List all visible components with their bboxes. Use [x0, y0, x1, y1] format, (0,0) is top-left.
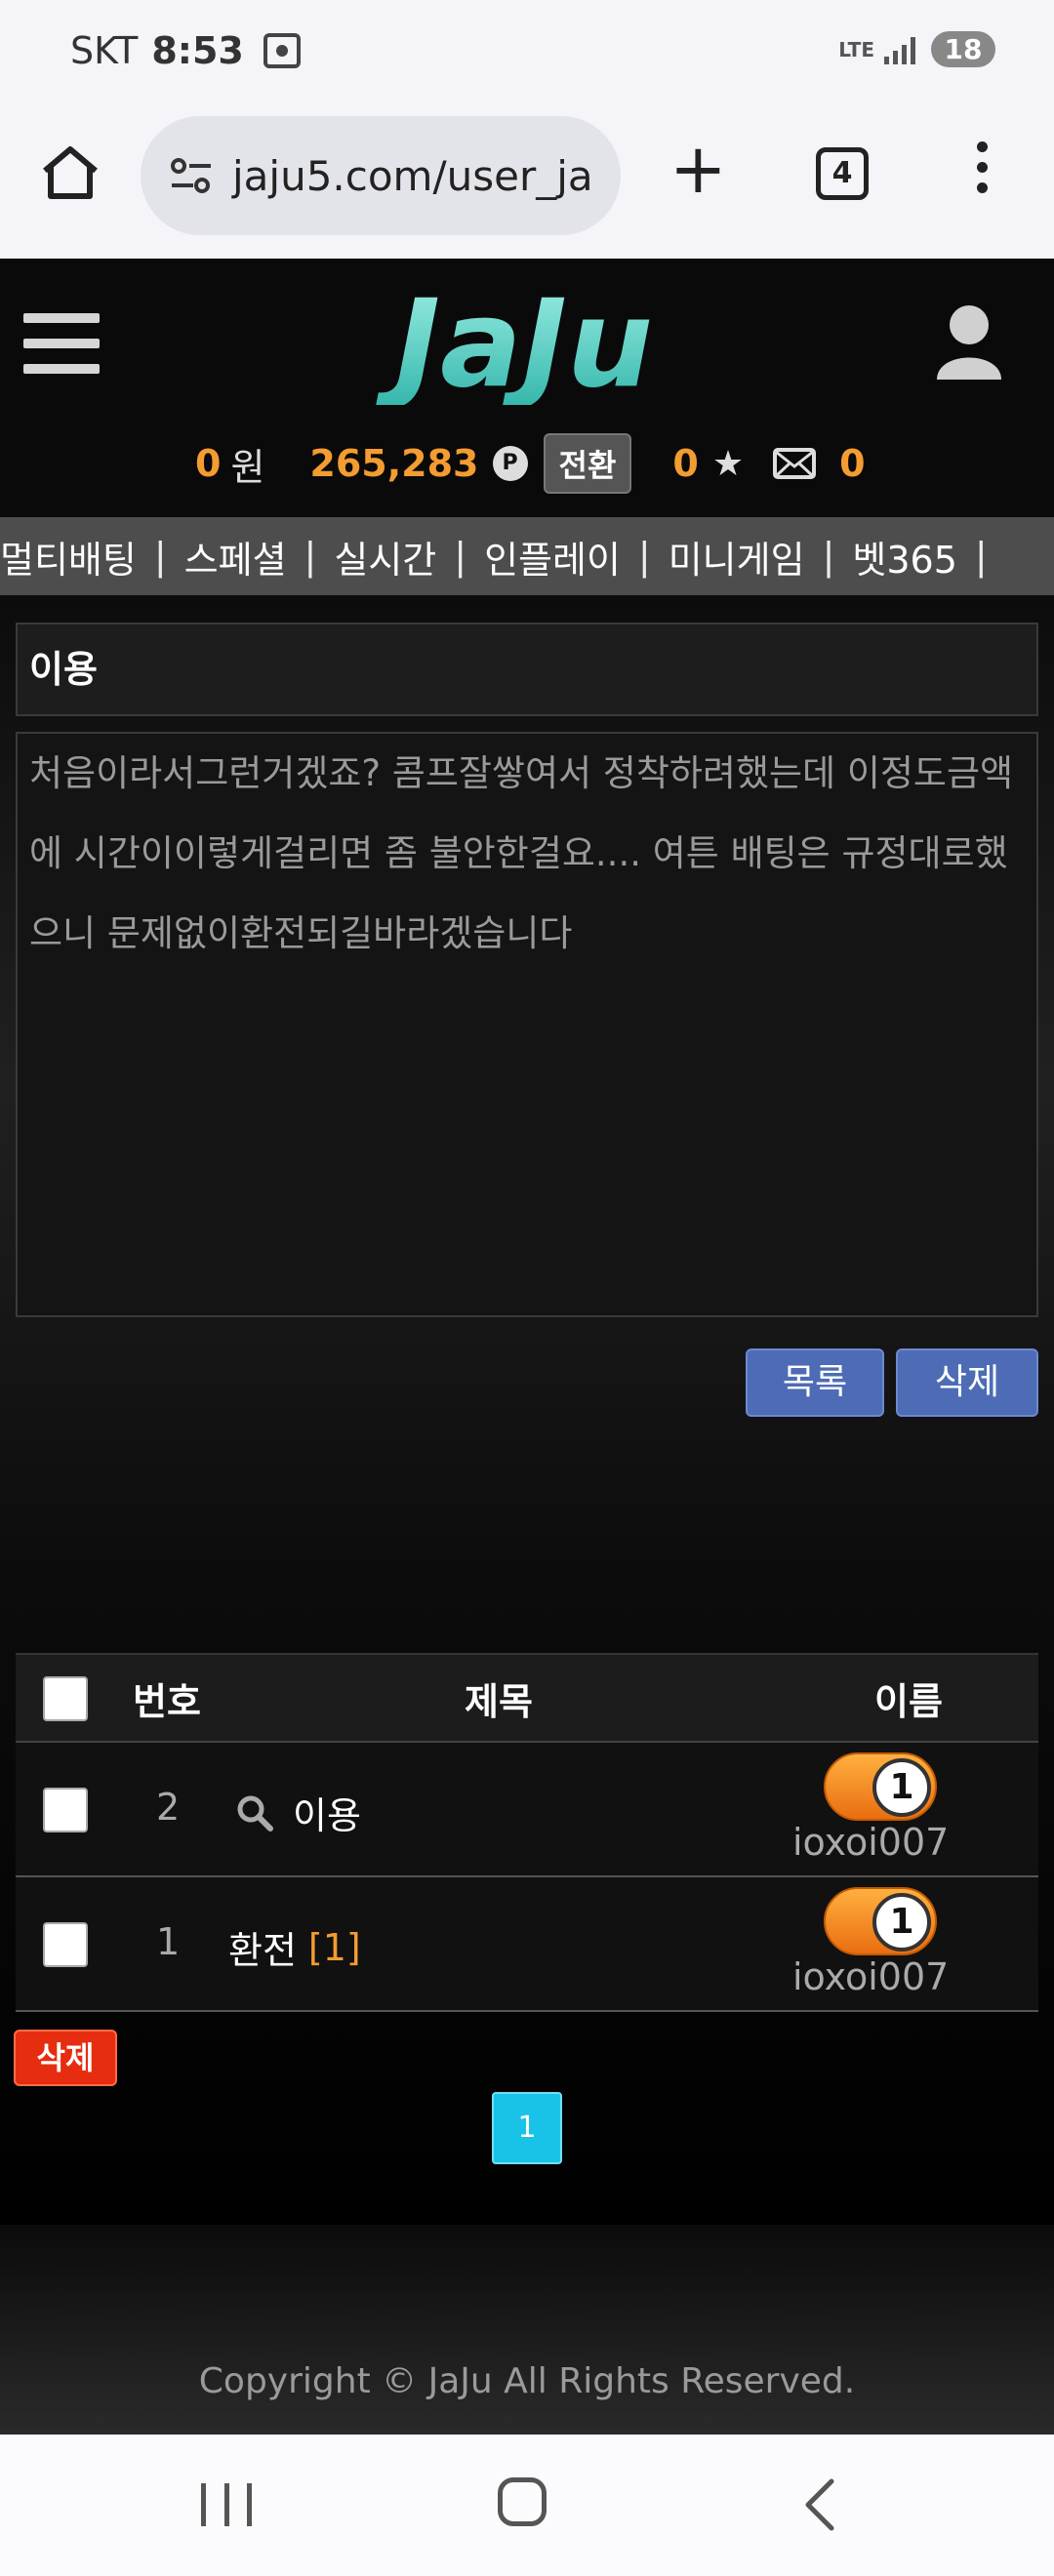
clock: 8:53 — [151, 29, 244, 72]
row-checkbox[interactable] — [43, 1922, 88, 1967]
main-content: 이용 처음이라서그런거겠죠? 콤프잘쌓여서 정착하려했는데 이정도금액에 시간이… — [0, 595, 1054, 2225]
browser-toolbar: jaju5.com/user_ja + 4 — [0, 112, 1054, 259]
post-table: 번호 제목 이름 2 이용 1 ioxoi007 1 환전 [1] 1 ioxo… — [16, 1653, 1038, 2012]
row-checkbox[interactable] — [43, 1788, 88, 1832]
home-nav-icon[interactable] — [498, 2477, 547, 2526]
lte-icon: LTE — [838, 37, 874, 61]
nav-item-minigame[interactable]: 미니게임 — [669, 530, 805, 584]
mail-count: 0 — [839, 442, 866, 485]
battery-icon: 18 — [931, 31, 995, 67]
hamburger-menu-icon[interactable] — [23, 313, 100, 374]
money-unit: 원 — [230, 445, 265, 489]
convert-button[interactable]: 전환 — [543, 433, 632, 494]
money-amount: 0 — [195, 442, 222, 485]
nav-separator: | — [822, 535, 835, 578]
nav-separator: | — [454, 535, 467, 578]
nav-item-bet365[interactable]: 벳365 — [852, 530, 957, 584]
points-icon: P — [492, 446, 528, 481]
site-header: JaJu 0 원 265,283 P 전환 0 ★ 0 — [0, 259, 1054, 517]
logo-text: JaJu — [375, 278, 653, 405]
level-badge: 1 — [824, 1752, 937, 1821]
nav-item-inplay[interactable]: 인플레이 — [484, 530, 621, 584]
carrier-label: SKT — [70, 29, 139, 72]
row-author: ioxoi007 — [792, 1821, 950, 1864]
table-row[interactable]: 2 이용 1 ioxoi007 — [16, 1743, 1038, 1877]
footer: Copyright © JaJu All Rights Reserved. — [0, 2225, 1054, 2435]
site-settings-icon[interactable] — [170, 156, 213, 195]
account-info: 0 원 265,283 P 전환 0 ★ 0 — [0, 433, 1054, 494]
table-row[interactable]: 1 환전 [1] 1 ioxoi007 — [16, 1877, 1038, 2012]
star-count: 0 — [672, 442, 699, 485]
column-name: 이름 — [874, 1679, 943, 1723]
page-button-current[interactable]: 1 — [492, 2092, 562, 2164]
category-nav: 멀티배팅 | 스페셜 | 실시간 | 인플레이 | 미니게임 | 벳365 | — [0, 517, 1054, 595]
row-title-cell[interactable]: 환전 [1] — [228, 1920, 361, 1974]
status-left: SKT 8:53 — [70, 29, 301, 72]
row-number: 1 — [156, 1920, 181, 1963]
list-button[interactable]: 목록 — [746, 1348, 884, 1417]
star-icon: ★ — [711, 443, 745, 484]
back-icon[interactable] — [800, 2477, 839, 2532]
row-title[interactable]: 이용 — [293, 1786, 361, 1839]
tab-switcher-button[interactable]: 4 — [816, 147, 869, 200]
row-title-cell[interactable]: 이용 — [236, 1786, 361, 1839]
column-number: 번호 — [133, 1679, 201, 1723]
row-number: 2 — [156, 1786, 181, 1829]
screenshot-icon — [263, 33, 301, 68]
nav-item-live[interactable]: 실시간 — [334, 530, 436, 584]
select-all-checkbox[interactable] — [43, 1676, 88, 1721]
copyright-text: Copyright © JaJu All Rights Reserved. — [198, 2361, 856, 2401]
points-amount: 265,283 — [309, 442, 479, 485]
delete-selected-button[interactable]: 삭제 — [14, 2030, 117, 2086]
level-number: 1 — [872, 1893, 931, 1952]
delete-post-button[interactable]: 삭제 — [896, 1348, 1038, 1417]
url-text: jaju5.com/user_ja — [232, 151, 593, 200]
post-body: 처음이라서그런거겠죠? 콤프잘쌓여서 정착하려했는데 이정도금액에 시간이이렇게… — [16, 732, 1038, 1317]
nav-separator: | — [153, 535, 167, 578]
more-menu-icon[interactable] — [972, 141, 992, 210]
nav-item-multi-betting[interactable]: 멀티배팅 — [0, 530, 137, 584]
signal-icon — [884, 35, 919, 64]
nav-item-special[interactable]: 스페셜 — [184, 530, 287, 584]
nav-separator: | — [974, 535, 988, 578]
search-icon — [237, 1795, 273, 1831]
nav-separator: | — [304, 535, 317, 578]
status-bar: SKT 8:53 LTE 18 — [0, 0, 1054, 112]
recent-apps-icon[interactable] — [201, 2483, 252, 2526]
site-logo[interactable]: JaJu — [314, 278, 734, 405]
home-icon[interactable] — [39, 141, 101, 204]
nav-separator: | — [637, 535, 651, 578]
new-tab-icon[interactable]: + — [669, 135, 727, 203]
row-title[interactable]: 환전 — [228, 1920, 297, 1974]
user-icon[interactable] — [935, 303, 1003, 382]
column-title: 제목 — [465, 1679, 533, 1723]
post-title: 이용 — [16, 623, 1038, 716]
table-header: 번호 제목 이름 — [16, 1653, 1038, 1743]
row-author: ioxoi007 — [792, 1955, 950, 1998]
url-bar[interactable]: jaju5.com/user_ja — [141, 116, 621, 235]
comment-count: [1] — [307, 1925, 361, 1969]
level-number: 1 — [872, 1758, 931, 1817]
level-badge: 1 — [824, 1887, 937, 1955]
mail-icon[interactable] — [773, 448, 817, 479]
system-navigation-bar — [0, 2435, 1054, 2576]
status-right: LTE 18 — [838, 31, 995, 67]
